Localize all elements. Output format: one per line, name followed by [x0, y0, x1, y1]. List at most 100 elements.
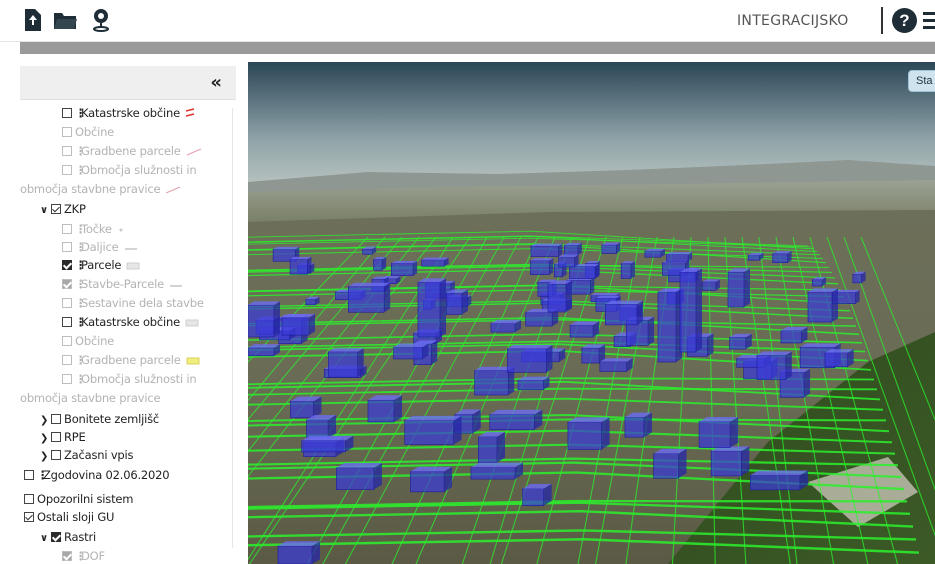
building: [507, 345, 553, 373]
layer-label: Območja služnosti in: [81, 163, 197, 177]
layer-label: Rastri: [64, 530, 97, 544]
chevron-right-icon[interactable]: ❯: [40, 448, 51, 466]
layer-checkbox[interactable]: [62, 279, 72, 289]
building: [624, 412, 652, 438]
building: [281, 313, 315, 336]
building: [756, 351, 792, 380]
layer-checkbox[interactable]: [51, 204, 61, 214]
layer-checkbox[interactable]: [62, 551, 72, 561]
layer-row[interactable]: ❯ Bonitete zemljišč: [40, 410, 159, 428]
building: [470, 462, 524, 480]
layer-row[interactable]: ❯ Začasni vpis: [40, 446, 134, 466]
layer-label: Začasni vpis: [64, 448, 134, 462]
layer-row[interactable]: območja stavbne pravice: [20, 389, 161, 407]
layer-row[interactable]: Ostali sloji GU: [24, 508, 114, 526]
building: [446, 289, 468, 315]
layer-row[interactable]: ⋮Katastrske občine: [62, 104, 195, 122]
help-icon[interactable]: ?: [892, 8, 917, 33]
layer-row[interactable]: ⋮DOF: [62, 547, 105, 564]
layer-row[interactable]: ⋮Zgodovina 02.06.2020: [24, 466, 170, 484]
layer-checkbox[interactable]: [51, 450, 61, 460]
menu-icon[interactable]: [923, 8, 935, 33]
building: [417, 278, 446, 338]
layer-checkbox[interactable]: [62, 224, 72, 234]
layer-checkbox[interactable]: [62, 317, 72, 327]
layer-checkbox[interactable]: [24, 512, 34, 522]
top-toolbar: INTEGRACIJSKO ?: [0, 0, 935, 42]
layer-checkbox[interactable]: [62, 146, 72, 156]
building: [657, 288, 682, 363]
layer-row[interactable]: ∨ Rastri: [40, 528, 96, 546]
layer-row[interactable]: ⋮Območja služnosti in: [62, 370, 197, 388]
layer-checkbox[interactable]: [62, 108, 72, 118]
layer-row[interactable]: ⋮Območja služnosti in: [62, 161, 197, 179]
layer-label: Stavbe-Parcele: [81, 277, 164, 291]
layer-row[interactable]: ⋮Stavbe-Parcele: [62, 275, 183, 293]
chevron-down-icon[interactable]: ∨: [40, 530, 51, 548]
layer-row[interactable]: ❯ RPE: [40, 428, 86, 446]
layer-label: Zgodovina 02.06.2020: [43, 468, 170, 482]
building: [478, 431, 505, 463]
legend-swatch-icon: [186, 352, 200, 370]
building: [328, 348, 364, 378]
layer-row[interactable]: ∨ ZKP: [40, 200, 86, 218]
layer-row[interactable]: Opozorilni sistem: [24, 490, 133, 508]
layer-checkbox[interactable]: [62, 374, 72, 384]
building: [490, 319, 522, 333]
legend-swatch-icon: [126, 257, 140, 275]
legend-swatch-icon: [117, 221, 125, 239]
building: [336, 462, 382, 490]
chevron-down-icon[interactable]: ∨: [40, 202, 51, 220]
layer-checkbox[interactable]: [24, 494, 34, 504]
toolbar-strip: [20, 42, 935, 54]
layer-row[interactable]: ⋮Katastrske občine: [62, 313, 199, 331]
layer-row[interactable]: Občine: [62, 123, 114, 141]
building: [530, 243, 563, 257]
panel-scrollbar[interactable]: [232, 108, 233, 548]
layer-row[interactable]: ⋮Parcele: [62, 256, 140, 274]
building: [812, 277, 827, 287]
layer-label: Katastrske občine: [81, 106, 180, 120]
collapse-panel-button[interactable]: «: [210, 72, 222, 93]
layer-row[interactable]: ⋮Sestavine dela stavbe: [62, 294, 204, 312]
building: [698, 416, 739, 448]
layer-row[interactable]: ⋮Gradbene parcele: [62, 351, 200, 369]
layer-label: DOF: [81, 549, 105, 563]
building: [772, 251, 792, 264]
layer-checkbox[interactable]: [62, 127, 72, 137]
building: [727, 268, 750, 308]
mode-label: INTEGRACIJSKO: [737, 13, 849, 29]
layer-checkbox[interactable]: [62, 355, 72, 365]
map-3d-view[interactable]: [248, 62, 935, 564]
building: [410, 466, 453, 493]
building: [558, 254, 579, 268]
layer-row[interactable]: območja stavbne pravice: [20, 180, 181, 198]
layer-checkbox[interactable]: [51, 414, 61, 424]
location-pin-icon[interactable]: [88, 7, 114, 33]
panel-header: «: [20, 66, 236, 100]
layer-checkbox[interactable]: [51, 432, 61, 442]
layer-label: Bonitete zemljišč: [64, 412, 160, 426]
building: [522, 483, 552, 507]
building: [289, 256, 312, 275]
layer-label: Katastrske občine: [81, 315, 180, 329]
layer-checkbox[interactable]: [24, 470, 34, 480]
layer-checkbox[interactable]: [62, 298, 72, 308]
layer-checkbox[interactable]: [62, 336, 72, 346]
building: [248, 344, 281, 357]
layer-row[interactable]: ⋮Gradbene parcele: [62, 142, 202, 160]
layer-checkbox[interactable]: [62, 242, 72, 252]
layer-checkbox[interactable]: [51, 532, 61, 542]
layer-row[interactable]: Občine: [62, 332, 114, 350]
layer-row[interactable]: ⋮Točke: [62, 220, 125, 238]
statistics-button[interactable]: Sta: [908, 70, 935, 92]
building: [601, 242, 621, 254]
map-canvas[interactable]: [248, 62, 935, 564]
upload-file-icon[interactable]: [20, 7, 46, 33]
layer-label: Opozorilni sistem: [37, 492, 134, 506]
folder-open-icon[interactable]: [52, 7, 78, 33]
layer-checkbox[interactable]: [62, 260, 72, 270]
layer-row[interactable]: ⋮Daljice: [62, 238, 138, 256]
building: [277, 541, 320, 564]
layer-checkbox[interactable]: [62, 165, 72, 175]
